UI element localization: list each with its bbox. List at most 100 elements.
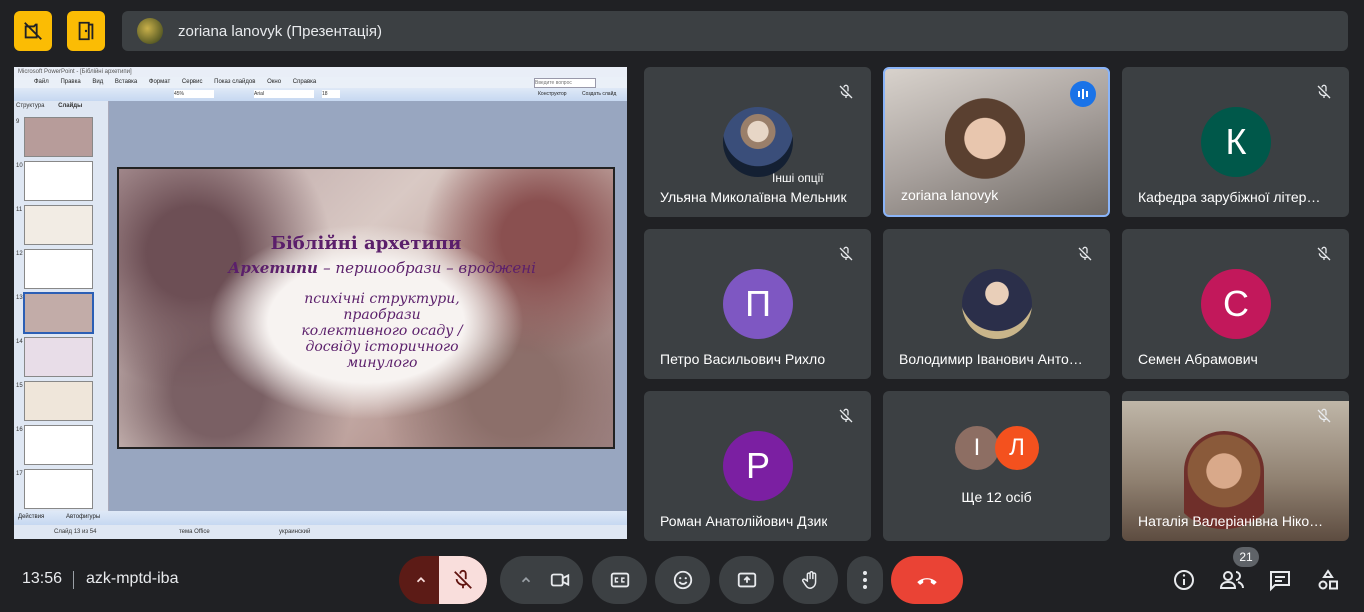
- participant-name: Роман Анатолійович Дзик: [660, 513, 828, 529]
- tab-slides[interactable]: Слайды: [58, 103, 82, 109]
- chat-button[interactable]: [1266, 566, 1294, 594]
- thumb-number: 10: [16, 163, 23, 169]
- drawing-toolbar: Действия Автофигуры: [14, 511, 627, 525]
- participant-name: Ульяна Миколаївна Мельник: [660, 189, 847, 205]
- zoom-select[interactable]: 45%: [174, 90, 214, 98]
- slide-thumbnail-selected[interactable]: [23, 292, 94, 334]
- slide-thumbnail[interactable]: [24, 469, 93, 509]
- more-vertical-icon: [863, 571, 867, 589]
- menu-item[interactable]: Показ слайдов: [214, 79, 255, 85]
- draw-actions-button[interactable]: Действия: [18, 514, 44, 520]
- mic-off-icon: [833, 241, 859, 267]
- menu-item[interactable]: Окно: [267, 79, 281, 85]
- help-search-input[interactable]: Введите вопрос: [534, 78, 596, 88]
- menu-item[interactable]: Вставка: [115, 79, 137, 85]
- mic-off-icon: [1072, 241, 1098, 267]
- slide-thumbnail[interactable]: [24, 249, 93, 289]
- meeting-details-button[interactable]: [1170, 566, 1198, 594]
- menu-item[interactable]: Формат: [149, 79, 170, 85]
- present-button[interactable]: [719, 556, 774, 604]
- thumb-number: 9: [16, 119, 20, 125]
- shared-screen: Microsoft PowerPoint - [Біблійні архетип…: [14, 67, 627, 539]
- avatar: Р: [723, 431, 793, 501]
- menu-item[interactable]: Сервис: [182, 79, 203, 85]
- raise-hand-button[interactable]: [783, 556, 838, 604]
- participant-tile[interactable]: Наталія Валеріанівна Ніко…: [1122, 391, 1349, 541]
- more-options-button[interactable]: [847, 556, 883, 604]
- status-theme: тема Office: [179, 529, 210, 535]
- participant-tile[interactable]: Р Роман Анатолійович Дзик: [644, 391, 871, 541]
- participant-tile[interactable]: С Семен Абрамович: [1122, 229, 1349, 379]
- powerpoint-statusbar: Слайд 13 из 54 тема Office украинский: [14, 525, 627, 539]
- door-icon: [78, 21, 94, 41]
- thumb-number: 17: [16, 471, 23, 477]
- avatar: П: [723, 269, 793, 339]
- participant-name: Семен Абрамович: [1138, 351, 1258, 367]
- present-screen-icon: [737, 572, 756, 588]
- participant-tile[interactable]: К Кафедра зарубіжної літер…: [1122, 67, 1349, 217]
- mic-off-icon: [1311, 403, 1337, 429]
- microphone-control: [399, 556, 487, 604]
- slide-body-line: праобрази: [343, 307, 421, 323]
- tab-outline[interactable]: Структура: [16, 103, 44, 109]
- exit-presentation-button[interactable]: [67, 11, 105, 51]
- video-camera-icon: [550, 573, 570, 587]
- closed-captions-icon: [610, 572, 629, 588]
- powerpoint-toolbar: 45% Arial 18 Конструктор Создать слайд: [14, 88, 627, 102]
- leave-call-button[interactable]: [891, 556, 963, 604]
- camera-toggle-button[interactable]: [540, 556, 580, 604]
- mic-toggle-button[interactable]: [439, 556, 487, 604]
- mic-off-icon: [833, 79, 859, 105]
- slides-pane: Структура Слайды 9 10 11 12 13 14 15 16 …: [14, 101, 109, 511]
- divider: [73, 571, 74, 589]
- end-call-icon: [917, 578, 937, 585]
- chevron-up-icon: [416, 577, 426, 583]
- slide-thumbnail[interactable]: [24, 117, 93, 157]
- font-size-select[interactable]: 18: [322, 90, 340, 98]
- slide-thumbnail[interactable]: [24, 161, 93, 201]
- video-options-button[interactable]: [508, 556, 544, 604]
- reactions-button[interactable]: [655, 556, 710, 604]
- menu-item[interactable]: Правка: [60, 79, 80, 85]
- participant-count-badge: 21: [1233, 547, 1259, 567]
- autoshapes-button[interactable]: Автофигуры: [66, 514, 100, 520]
- slide-thumbnail[interactable]: [24, 425, 93, 465]
- menu-item[interactable]: Вид: [92, 79, 103, 85]
- participant-tile[interactable]: Інші опції Ульяна Миколаївна Мельник: [644, 67, 871, 217]
- designer-button[interactable]: Конструктор: [538, 90, 567, 98]
- slide-thumbnail[interactable]: [24, 205, 93, 245]
- font-select[interactable]: Arial: [254, 90, 314, 98]
- powerpoint-menu: Файл Правка Вид Вставка Формат Сервис По…: [14, 77, 627, 88]
- participant-name: Петро Васильович Рихло: [660, 351, 826, 367]
- people-button[interactable]: [1218, 566, 1246, 594]
- participant-tile[interactable]: П Петро Васильович Рихло: [644, 229, 871, 379]
- activities-button[interactable]: [1314, 566, 1342, 594]
- menu-item[interactable]: Файл: [34, 79, 49, 85]
- new-slide-button[interactable]: Создать слайд: [582, 90, 616, 98]
- speaking-indicator-icon: [1070, 81, 1096, 107]
- avatar: [962, 269, 1032, 339]
- presenter-avatar: [137, 18, 163, 44]
- slide-editor: Біблійні архетипи Архетипи – першообрази…: [109, 101, 627, 511]
- others-tile[interactable]: І Л Ще 12 осіб: [883, 391, 1110, 541]
- slide-body-line: психічні структури,: [304, 291, 460, 307]
- presenter-name: zoriana lanovyk (Презентація): [178, 22, 382, 40]
- audio-options-button[interactable]: [399, 556, 443, 604]
- menu-item[interactable]: Справка: [293, 79, 317, 85]
- slide-thumbnail[interactable]: [24, 337, 93, 377]
- mic-off-icon: [454, 569, 472, 589]
- participant-tile[interactable]: Володимир Іванович Анто…: [883, 229, 1110, 379]
- camera-control: [500, 556, 583, 604]
- chat-icon: [1270, 571, 1290, 592]
- avatar: [723, 107, 793, 177]
- no-camera-layout-icon-button[interactable]: [14, 11, 52, 51]
- status-language: украинский: [279, 529, 311, 535]
- hand-icon: [801, 571, 816, 589]
- mic-off-icon: [1311, 241, 1337, 267]
- slide-term: Архетипи – першообрази – вроджені: [228, 259, 536, 277]
- avatar: К: [1201, 107, 1271, 177]
- participant-tile-speaking[interactable]: zoriana lanovyk: [883, 67, 1110, 217]
- captions-button[interactable]: [592, 556, 647, 604]
- participant-name: Наталія Валеріанівна Ніко…: [1138, 513, 1324, 529]
- slide-thumbnail[interactable]: [24, 381, 93, 421]
